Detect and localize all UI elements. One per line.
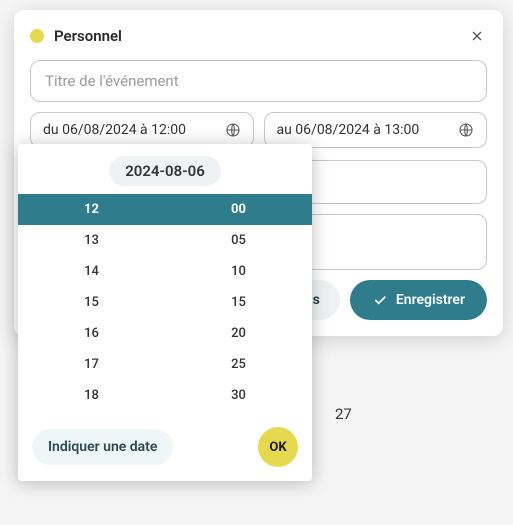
modal-header: Personnel <box>30 26 487 46</box>
hour-option[interactable]: 12 <box>18 194 165 225</box>
picker-footer: Indiquer une date OK <box>18 411 312 467</box>
ok-button[interactable]: OK <box>258 427 298 467</box>
save-label: Enregistrer <box>396 292 465 308</box>
minute-option[interactable]: 05 <box>165 225 312 256</box>
time-picker: 2024-08-06 12131415161718 00051015202530… <box>18 144 312 481</box>
minute-option[interactable]: 30 <box>165 380 312 411</box>
hours-column[interactable]: 12131415161718 <box>18 194 165 411</box>
ok-label: OK <box>269 440 286 455</box>
close-button[interactable] <box>467 26 487 46</box>
minute-option[interactable]: 00 <box>165 194 312 225</box>
check-icon <box>372 292 388 308</box>
minute-option[interactable]: 10 <box>165 256 312 287</box>
end-datetime-text: au 06/08/2024 à 13:00 <box>277 122 420 138</box>
hour-option[interactable]: 14 <box>18 256 165 287</box>
hour-option[interactable]: 16 <box>18 318 165 349</box>
picker-date-label: 2024-08-06 <box>125 162 205 180</box>
minute-option[interactable]: 15 <box>165 287 312 318</box>
minute-option[interactable]: 20 <box>165 318 312 349</box>
calendar-color-dot <box>30 29 44 43</box>
hour-option[interactable]: 13 <box>18 225 165 256</box>
close-icon <box>469 28 485 44</box>
time-columns: 12131415161718 00051015202530 <box>18 194 312 411</box>
picker-date-pill[interactable]: 2024-08-06 <box>109 156 221 186</box>
modal-title: Personnel <box>54 27 457 45</box>
globe-icon <box>225 122 241 138</box>
event-title-input[interactable] <box>30 60 487 102</box>
calendar-day-number: 27 <box>335 405 352 423</box>
globe-icon <box>458 122 474 138</box>
indicate-date-button[interactable]: Indiquer une date <box>32 429 173 465</box>
end-datetime-field[interactable]: au 06/08/2024 à 13:00 <box>264 112 488 148</box>
minute-option[interactable]: 25 <box>165 349 312 380</box>
hour-option[interactable]: 17 <box>18 349 165 380</box>
date-range-row: du 06/08/2024 à 12:00 au 06/08/2024 à 13… <box>30 112 487 148</box>
start-datetime-field[interactable]: du 06/08/2024 à 12:00 <box>30 112 254 148</box>
save-button[interactable]: Enregistrer <box>350 280 487 320</box>
hour-option[interactable]: 18 <box>18 380 165 411</box>
hour-option[interactable]: 15 <box>18 287 165 318</box>
indicate-date-label: Indiquer une date <box>48 439 157 455</box>
start-datetime-text: du 06/08/2024 à 12:00 <box>43 122 186 138</box>
minutes-column[interactable]: 00051015202530 <box>165 194 312 411</box>
